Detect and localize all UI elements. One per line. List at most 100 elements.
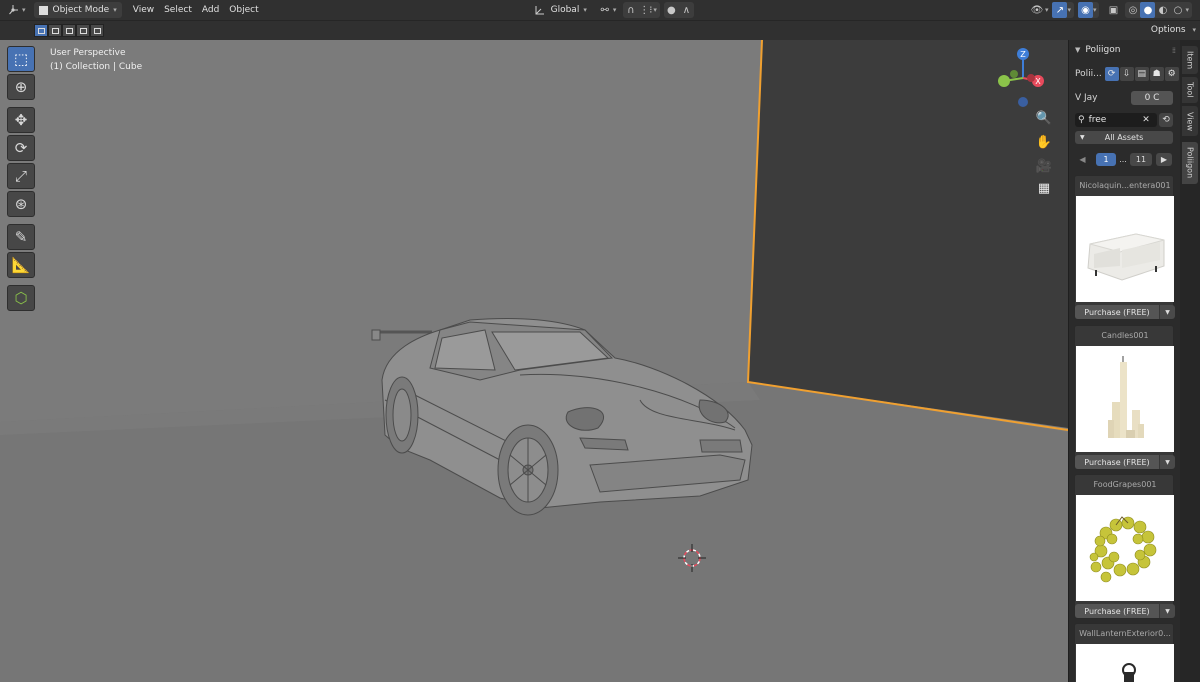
chevron-down-icon: ▾ <box>113 6 117 14</box>
asset-filter-dropdown[interactable]: ▼ All Assets <box>1075 131 1173 144</box>
asset-thumbnail[interactable] <box>1076 196 1174 302</box>
solid-shading-icon[interactable]: ● <box>1140 2 1156 18</box>
asset-name: WallLanternExterior0... <box>1079 629 1171 638</box>
chevron-down-icon[interactable]: ▾ <box>653 6 657 14</box>
menu-add[interactable]: Add <box>197 2 224 18</box>
gizmo-neg-z-axis[interactable] <box>1018 97 1028 107</box>
snap-toggle-icon[interactable]: ∩ <box>623 2 638 18</box>
gear-icon[interactable]: ⚙ <box>1164 67 1179 81</box>
proportional-edit-icon[interactable]: ● <box>664 2 679 18</box>
menu-object[interactable]: Object <box>224 2 263 18</box>
gizmo-neg-x-axis[interactable] <box>1027 74 1035 82</box>
select-invert-icon[interactable] <box>76 24 90 37</box>
asset-thumbnail[interactable] <box>1076 495 1174 601</box>
download-icon[interactable]: ⇩ <box>1119 67 1134 81</box>
ortho-toggle-button[interactable]: ▦ <box>1032 178 1056 198</box>
close-icon: ✕ <box>1142 115 1150 125</box>
annotate-icon: ✎ <box>14 228 28 246</box>
asset-thumbnail[interactable] <box>1076 346 1174 452</box>
add-cube-tool[interactable]: ⬡ <box>7 285 35 311</box>
cursor-icon: ⊕ <box>14 78 28 96</box>
annotate-tool[interactable]: ✎ <box>7 224 35 250</box>
mode-dropdown[interactable]: Object Mode ▾ <box>33 2 122 18</box>
pan-button[interactable]: ✋ <box>1032 132 1056 152</box>
camera-view-button[interactable]: 🎥 <box>1032 156 1056 176</box>
gizmo-y-axis[interactable] <box>998 75 1010 87</box>
wireframe-shading-icon[interactable]: ◎ <box>1125 2 1140 18</box>
select-new-icon[interactable] <box>34 24 48 37</box>
cursor-tool[interactable]: ⊕ <box>7 74 35 100</box>
chevron-down-icon[interactable]: ▼ <box>1160 604 1175 618</box>
chevron-down-icon[interactable]: ▾ <box>1093 6 1097 14</box>
panel-header[interactable]: ▼ Poliigon ⁞⁞ <box>1069 40 1180 60</box>
chevron-down-icon[interactable]: ▼ <box>1160 305 1175 319</box>
library-icon[interactable]: ▤ <box>1134 67 1149 81</box>
refresh-search-button[interactable]: ⟲ <box>1159 113 1173 127</box>
purchase-button[interactable]: Purchase (FREE) <box>1075 455 1159 469</box>
xray-icon[interactable]: ▣ <box>1105 2 1121 18</box>
chevron-down-icon: ▾ <box>22 6 26 14</box>
measure-tool[interactable]: 📐 <box>7 252 35 278</box>
scale-tool[interactable]: ⤢ <box>7 163 35 189</box>
tab-item[interactable]: Item <box>1182 46 1198 74</box>
user-icon[interactable]: ☗ <box>1149 67 1164 81</box>
zoom-button[interactable]: 🔍 <box>1032 108 1056 128</box>
chevron-down-icon: ▾ <box>583 6 587 14</box>
chevron-down-icon[interactable]: ▾ <box>1067 6 1071 14</box>
prev-page-button[interactable]: ◀ <box>1075 153 1090 166</box>
transform-orientation-dropdown[interactable]: Global ▾ <box>527 2 592 18</box>
select-intersect-icon[interactable] <box>90 24 104 37</box>
mode-label: Object Mode <box>52 5 110 15</box>
gizmo-neg-y-axis[interactable] <box>1010 70 1018 78</box>
drag-handle-icon[interactable]: ⁞⁞ <box>1172 46 1176 55</box>
asset-name: Candles001 <box>1101 331 1149 340</box>
refresh-icon[interactable]: ⟳ <box>1104 67 1119 81</box>
tab-label: View <box>1185 111 1195 131</box>
tab-view[interactable]: View <box>1182 106 1198 136</box>
asset-card[interactable]: WallLanternExterior0... <box>1074 623 1174 682</box>
select-extend-icon[interactable] <box>48 24 62 37</box>
collection-label: (1) Collection | Cube <box>50 62 143 72</box>
asset-thumbnail[interactable] <box>1076 644 1174 682</box>
menu-view[interactable]: View <box>128 2 159 18</box>
purchase-button[interactable]: Purchase (FREE) <box>1075 604 1159 618</box>
menu-select[interactable]: Select <box>159 2 197 18</box>
falloff-icon[interactable]: ∧ <box>679 2 694 18</box>
clear-search-button[interactable]: ✕ <box>1139 113 1153 127</box>
add-cube-icon: ⬡ <box>14 289 28 307</box>
next-page-button[interactable]: ▶ <box>1156 153 1172 166</box>
navigation-gizmo[interactable]: Z X <box>990 43 1060 113</box>
editor-type-button[interactable]: ▾ <box>0 2 30 18</box>
tab-poliigon[interactable]: Poliigon <box>1182 142 1198 184</box>
options-dropdown[interactable]: Options ▾ <box>1151 25 1196 35</box>
asset-card[interactable]: Candles001 Purchase (FREE) ▼ <box>1074 325 1175 470</box>
move-tool[interactable]: ✥ <box>7 107 35 133</box>
material-shading-icon[interactable]: ◐ <box>1155 2 1170 18</box>
chevron-down-icon[interactable]: ▾ <box>1185 6 1189 14</box>
overlay-icon[interactable]: ◉ <box>1077 2 1093 18</box>
asset-card[interactable]: FoodGrapes001 Purchase (FREE) ▼ <box>1074 474 1175 619</box>
visibility-dropdown[interactable]: 👁 ▾ <box>1027 2 1051 18</box>
tab-tool[interactable]: Tool <box>1182 77 1198 103</box>
tool-shelf: ⬚ ⊕ ✥ ⟳ ⤢ ⊛ ✎ 📐 ⬡ <box>7 46 35 313</box>
transform-tool[interactable]: ⊛ <box>7 191 35 217</box>
3d-viewport[interactable]: User Perspective (1) Collection | Cube ⬚… <box>0 40 1068 682</box>
rotate-tool[interactable]: ⟳ <box>7 135 35 161</box>
3d-viewport-icon <box>6 2 22 18</box>
select-subtract-icon[interactable] <box>62 24 76 37</box>
hand-icon: ✋ <box>1035 134 1053 150</box>
tab-label: Poliigon <box>1185 147 1195 179</box>
page-last[interactable]: 11 <box>1130 153 1152 166</box>
chevron-down-icon[interactable]: ▼ <box>1160 455 1175 469</box>
snap-target-icon[interactable]: ⋮⁝ <box>638 2 653 18</box>
credits-badge[interactable]: 0 C <box>1131 91 1173 105</box>
rendered-shading-icon[interactable]: ○ <box>1170 2 1185 18</box>
account-row: Polii... ⟳ ⇩ ▤ ☗ ⚙ <box>1069 65 1180 83</box>
asset-card[interactable]: Nicolaquin...entera001 Purchase (FREE) ▼ <box>1074 175 1175 320</box>
selection-mode-group <box>34 24 104 37</box>
purchase-button[interactable]: Purchase (FREE) <box>1075 305 1159 319</box>
select-box-tool[interactable]: ⬚ <box>7 46 35 72</box>
pivot-point-dropdown[interactable]: ⚯ ▾ <box>592 2 622 18</box>
page-current[interactable]: 1 <box>1096 153 1116 166</box>
gizmo-icon[interactable]: ↗ <box>1052 2 1068 18</box>
